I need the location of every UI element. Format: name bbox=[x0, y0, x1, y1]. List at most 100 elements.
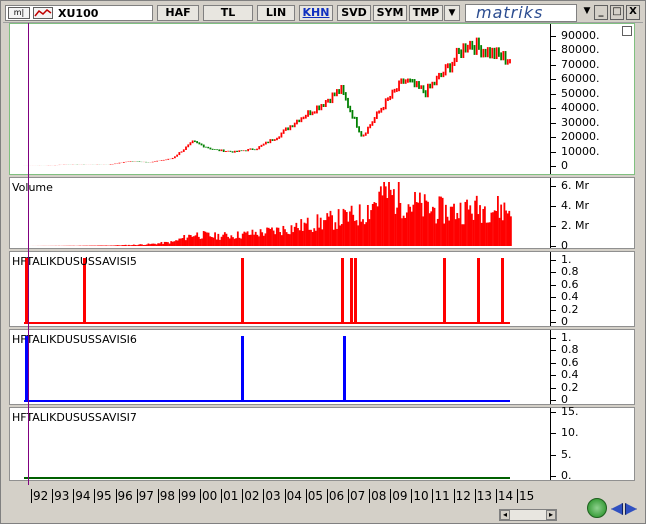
year-label: 99 bbox=[178, 489, 197, 503]
axis-tick bbox=[551, 400, 556, 401]
volume-bar bbox=[222, 234, 225, 246]
year-label: 92 bbox=[31, 489, 49, 503]
indicator7-title: HFTALIKDUSUSSAVISI7 bbox=[12, 411, 137, 424]
axis-tick bbox=[551, 93, 556, 95]
volume-bar bbox=[443, 223, 446, 246]
chart-type-icon[interactable]: m| bbox=[8, 7, 30, 19]
volume-bar bbox=[396, 207, 399, 246]
indicator6-panel[interactable]: HFTALIKDUSUSSAVISI6 1. 0.8 0.6 0.4 0.2 0 bbox=[9, 329, 635, 406]
symbol-box[interactable]: m| XU100 bbox=[5, 5, 153, 21]
khn-button[interactable]: KHN bbox=[299, 5, 333, 21]
volume-plot[interactable] bbox=[10, 178, 550, 248]
volume-bar bbox=[392, 189, 395, 246]
volume-bar bbox=[423, 194, 426, 246]
year-label: 07 bbox=[347, 489, 366, 503]
axis-tick-label: 0.4 bbox=[561, 368, 579, 382]
svd-button[interactable]: SVD bbox=[337, 5, 371, 21]
time-scrollbar[interactable]: ◂ ▸ bbox=[499, 509, 557, 521]
axis-tick bbox=[551, 166, 556, 167]
axis-tick bbox=[551, 322, 556, 323]
axis-tick-label: 80000. bbox=[561, 43, 600, 57]
tl-button[interactable]: TL bbox=[203, 5, 253, 21]
volume-bar bbox=[422, 216, 425, 246]
restore-button[interactable]: □ bbox=[610, 5, 624, 20]
minimize-button[interactable]: _ bbox=[594, 5, 608, 20]
axis-tick bbox=[551, 79, 556, 81]
volume-bar bbox=[248, 234, 251, 246]
sym-button[interactable]: SYM bbox=[373, 5, 407, 21]
volume-bar bbox=[160, 241, 163, 246]
volume-bar bbox=[492, 212, 494, 246]
volume-bar bbox=[329, 210, 332, 246]
volume-bar bbox=[324, 220, 327, 246]
volume-bar bbox=[365, 222, 368, 246]
volume-bar bbox=[223, 232, 226, 246]
axis-tick bbox=[551, 362, 556, 364]
price-panel[interactable]: 90000. 80000. 70000. 60000. 50000. 40000. 3000… bbox=[9, 23, 635, 175]
indicator5-panel[interactable]: HFTALIKDUSUSSAVISI5 1. 0.8 0.6 0.4 0.2 0 bbox=[9, 251, 635, 328]
tmp-button[interactable]: TMP bbox=[409, 5, 443, 21]
volume-bar bbox=[310, 229, 312, 246]
volume-bar bbox=[493, 210, 496, 246]
close-button[interactable]: X bbox=[626, 5, 640, 20]
indicator7-panel[interactable]: HFTALIKDUSUSSAVISI7 15. 10. 5. 0. bbox=[9, 405, 635, 482]
volume-bar bbox=[202, 231, 205, 246]
axis-tick-label: 60000. bbox=[561, 72, 600, 86]
axis-tick bbox=[551, 338, 556, 339]
volume-bar bbox=[142, 244, 145, 246]
price-plot[interactable] bbox=[10, 24, 550, 174]
volume-bar bbox=[141, 244, 143, 246]
volume-bar bbox=[256, 234, 259, 246]
volume-bar bbox=[316, 214, 319, 246]
axis-tick bbox=[551, 246, 556, 247]
nav-left-icon[interactable] bbox=[611, 503, 623, 515]
year-label: 08 bbox=[369, 489, 387, 503]
volume-bar bbox=[144, 244, 147, 246]
axis-tick-label: 0.2 bbox=[561, 302, 579, 316]
crosshair-cursor bbox=[28, 23, 29, 485]
axis-tick-label: 0. bbox=[561, 469, 572, 482]
volume-bar bbox=[300, 219, 303, 246]
volume-bar bbox=[186, 237, 189, 246]
volume-bar bbox=[431, 206, 434, 246]
volume-bar bbox=[314, 230, 317, 246]
volume-bar bbox=[378, 191, 381, 246]
axis-tick bbox=[551, 226, 556, 227]
volume-bar bbox=[269, 229, 272, 246]
nav-right-icon[interactable] bbox=[625, 503, 637, 515]
lin-button[interactable]: LIN bbox=[257, 5, 295, 21]
volume-bar bbox=[163, 241, 166, 246]
volume-bar bbox=[97, 245, 99, 246]
volume-bar bbox=[100, 245, 103, 246]
volume-bar bbox=[391, 195, 394, 246]
volume-bar bbox=[306, 217, 309, 246]
haf-button[interactable]: HAF bbox=[157, 5, 199, 21]
scroll-right-icon[interactable]: ▸ bbox=[546, 510, 556, 520]
tmp-dropdown-icon[interactable]: ▼ bbox=[444, 5, 460, 21]
signal-bar bbox=[341, 258, 344, 324]
volume-bar bbox=[470, 213, 473, 246]
axis-tick-label: 2. Mr bbox=[561, 219, 590, 232]
volume-bar bbox=[274, 234, 277, 246]
year-label: 95 bbox=[94, 489, 112, 503]
volume-bar bbox=[336, 228, 338, 246]
volume-bar bbox=[323, 220, 325, 246]
candle-icon[interactable] bbox=[33, 7, 53, 19]
volume-panel[interactable]: Volume 6. Mr 4. Mr 2. Mr 0 bbox=[9, 177, 635, 252]
year-label: 10 bbox=[411, 489, 429, 503]
menu-dropdown-icon[interactable]: ▼ bbox=[580, 5, 594, 20]
volume-bar bbox=[266, 227, 268, 246]
volume-bar bbox=[428, 213, 431, 246]
axis-tick-label: 0 bbox=[561, 159, 568, 172]
volume-bar bbox=[366, 204, 369, 246]
year-label: 02 bbox=[242, 489, 260, 503]
volume-bar bbox=[389, 189, 392, 246]
volume-bar bbox=[298, 230, 301, 246]
refresh-icon[interactable] bbox=[587, 498, 607, 518]
volume-bar bbox=[318, 227, 321, 246]
scroll-left-icon[interactable]: ◂ bbox=[500, 510, 510, 520]
panel-restore-icon[interactable] bbox=[622, 26, 632, 36]
volume-bar bbox=[381, 195, 384, 246]
year-label: 09 bbox=[390, 489, 408, 503]
signal-bar bbox=[350, 258, 353, 324]
